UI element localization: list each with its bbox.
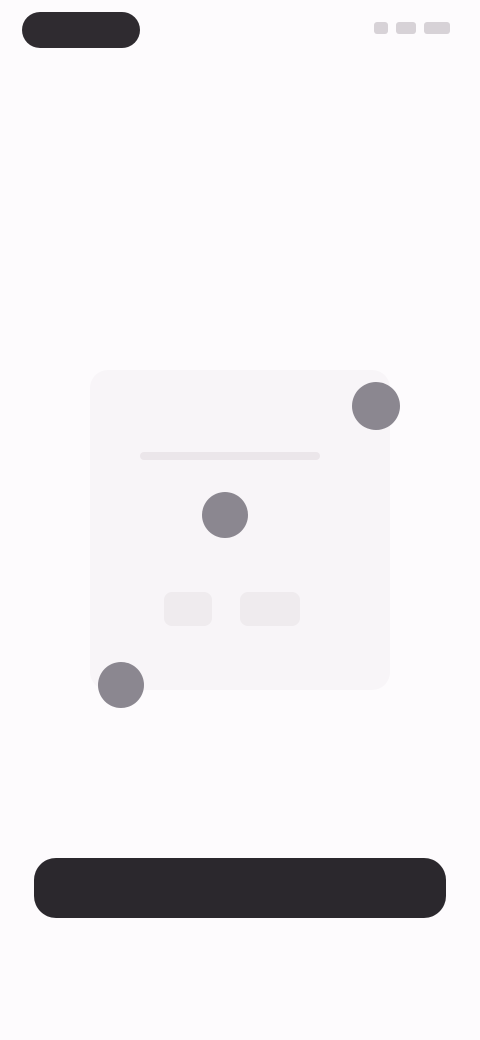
illustration-block-right (240, 592, 300, 626)
illustration-dot-bottom-left (98, 662, 144, 708)
onboarding-screen (0, 0, 480, 1040)
wifi-icon (396, 22, 416, 34)
hero (0, 155, 480, 187)
onboarding-illustration (80, 360, 400, 710)
signal-icon (374, 22, 388, 34)
battery-icon (424, 22, 450, 34)
dynamic-island (22, 12, 140, 48)
illustration-dot-top-right (352, 382, 400, 430)
status-bar-icons (374, 22, 450, 34)
illustration-dot-middle (202, 492, 248, 538)
primary-action-button[interactable] (34, 858, 446, 918)
illustration-line (140, 452, 320, 460)
illustration-block-left (164, 592, 212, 626)
